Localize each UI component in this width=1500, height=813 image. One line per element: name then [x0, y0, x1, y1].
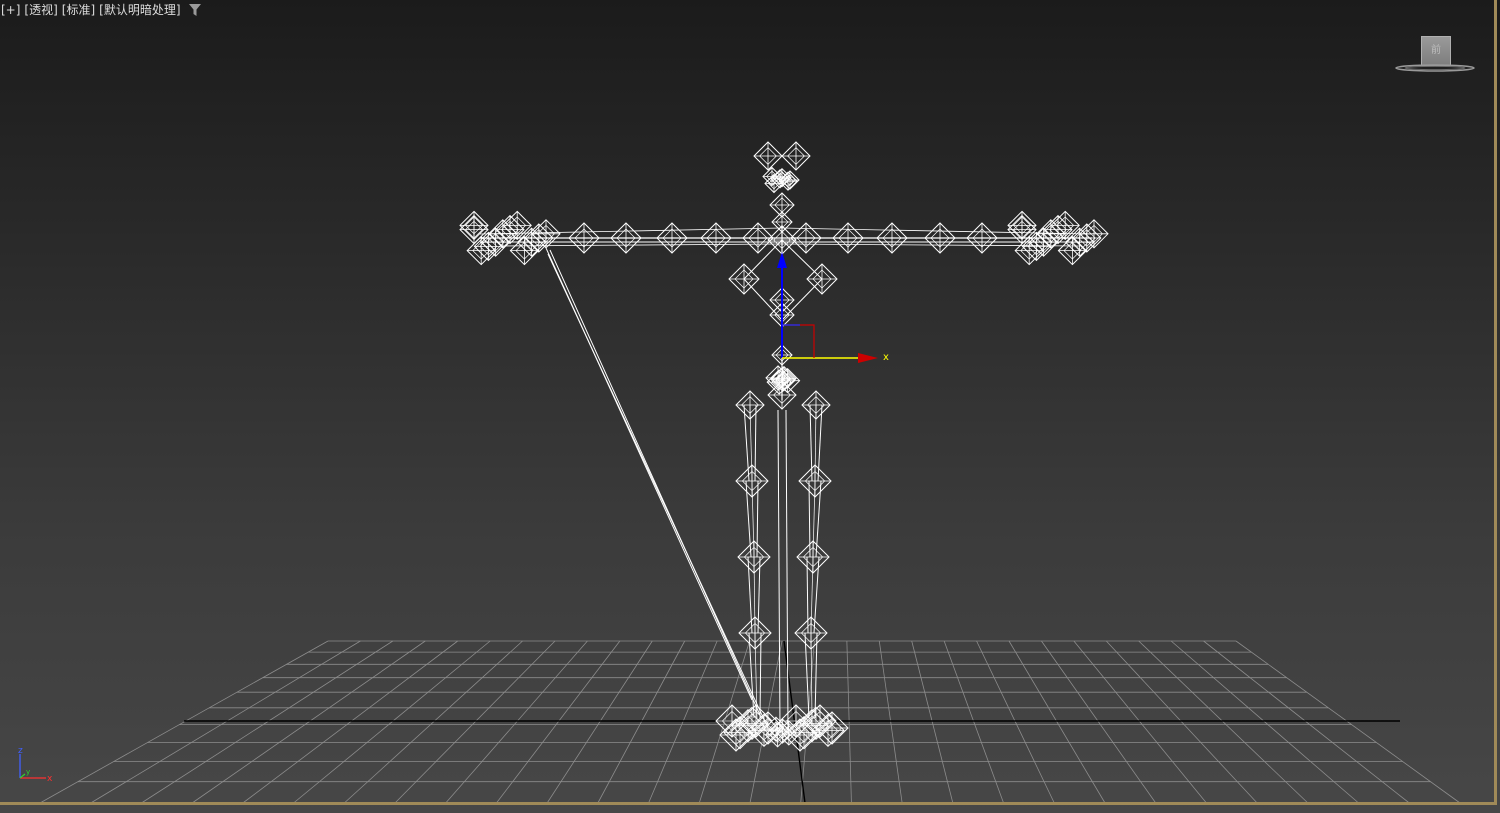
- gizmo-z-arrow[interactable]: [777, 252, 787, 268]
- grid-line: [191, 640, 426, 804]
- grid-line: [1138, 640, 1309, 804]
- bone-line: [754, 404, 757, 482]
- bone-line: [549, 249, 761, 716]
- grid-line: [445, 640, 588, 804]
- scene-canvas[interactable]: x: [0, 0, 1500, 813]
- viewport-point-of-view-menu[interactable]: [透视]: [24, 2, 57, 18]
- perspective-viewport[interactable]: x [+] [透视] [标准] [默认明暗处理] 前 z x y: [0, 0, 1500, 813]
- grid-line: [293, 640, 491, 804]
- filter-funnel-icon[interactable]: [188, 4, 201, 16]
- grid-line: [141, 640, 394, 804]
- viewcube[interactable]: 前: [1392, 32, 1480, 78]
- grid-line: [242, 640, 458, 804]
- bone-line: [743, 239, 783, 280]
- world-axis-tripod: z x y: [18, 746, 53, 784]
- grid-line: [911, 640, 954, 804]
- viewcube-front-face[interactable]: 前: [1421, 36, 1451, 66]
- gizmo-x-label: x: [883, 352, 889, 363]
- tripod-z-label: z: [18, 746, 23, 756]
- grid-line: [90, 640, 361, 804]
- tripod-x-label: x: [47, 774, 53, 784]
- viewport-label-menu[interactable]: [+] [透视] [标准] [默认明暗处理]: [1, 2, 201, 18]
- viewport-performance-menu[interactable]: [标准]: [62, 2, 95, 18]
- gizmo-x-arrow[interactable]: [858, 353, 878, 363]
- grid-line: [597, 640, 686, 804]
- gizmo-plane-handle[interactable]: [782, 324, 815, 358]
- grid-line: [39, 640, 329, 804]
- bone-line: [785, 409, 789, 731]
- grid-line: [496, 640, 621, 804]
- viewcube-compass-ring[interactable]: [1394, 64, 1476, 72]
- grid-line: [1170, 640, 1359, 804]
- viewport-general-menu[interactable]: [+]: [1, 2, 20, 18]
- tripod-y-label: y: [26, 768, 30, 776]
- bone-line: [781, 239, 823, 280]
- grid-line: [344, 640, 523, 804]
- grid-line: [546, 640, 653, 804]
- grid-line: [1073, 640, 1207, 804]
- viewport-shading-menu[interactable]: [默认明暗处理]: [99, 2, 180, 18]
- grid-line: [878, 640, 903, 804]
- grid-line: [394, 640, 556, 804]
- bone-line: [547, 253, 769, 729]
- bone-line: [743, 404, 750, 482]
- biped-skeleton[interactable]: [459, 141, 1109, 752]
- bone-line: [814, 632, 818, 719]
- ground-grid: [39, 640, 1461, 804]
- grid-line: [1008, 640, 1106, 804]
- grid-line: [976, 640, 1055, 804]
- bone-line: [759, 632, 762, 719]
- grid-line: [846, 640, 852, 804]
- grid-line: [943, 640, 1004, 804]
- bone-line: [777, 409, 781, 731]
- grid-line: [1041, 640, 1157, 804]
- grid-line: [1235, 640, 1461, 804]
